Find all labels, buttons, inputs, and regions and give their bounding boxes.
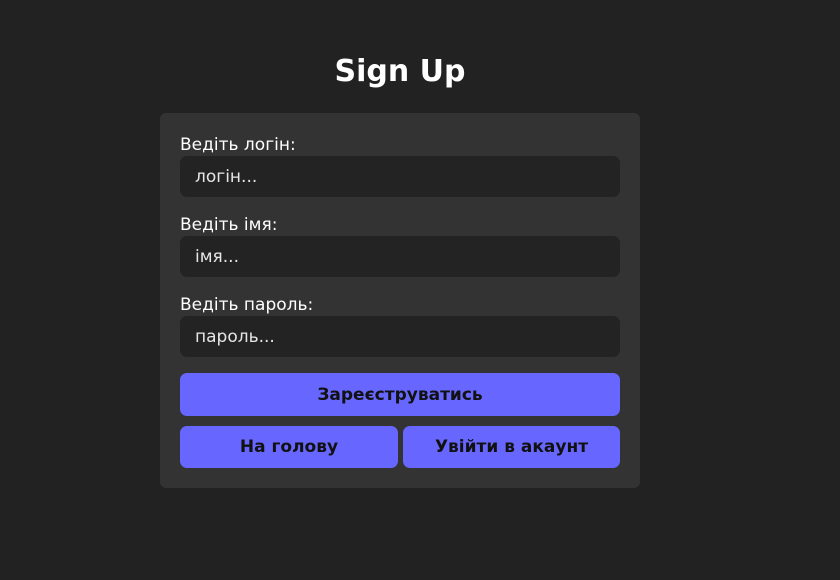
signup-form-card: Ведіть логін: Ведіть імя: Ведіть пароль:… [160, 113, 640, 488]
login-label: Ведіть логін: [180, 135, 296, 155]
login-account-button[interactable]: Увійти в акаунт [403, 426, 620, 468]
name-label: Ведіть імя: [180, 215, 278, 235]
name-input[interactable] [180, 236, 620, 277]
password-input[interactable] [180, 316, 620, 357]
login-input[interactable] [180, 156, 620, 197]
password-label: Ведіть пароль: [180, 295, 314, 315]
home-button[interactable]: На голову [180, 426, 398, 468]
register-button[interactable]: Зареєструватись [180, 373, 620, 416]
page-title: Sign Up [334, 54, 466, 89]
